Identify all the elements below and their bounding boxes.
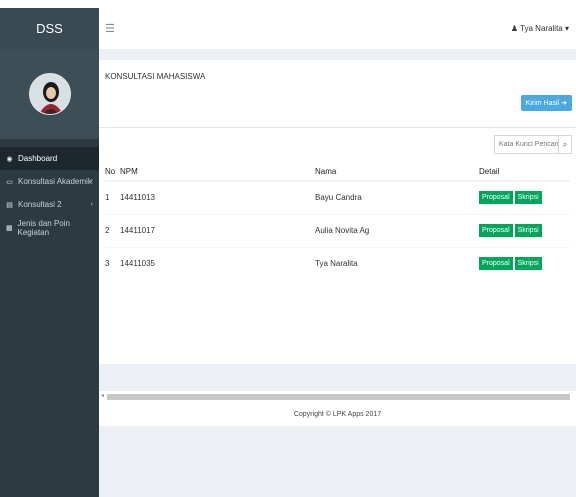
proposal-button[interactable]: Proposal xyxy=(479,191,513,205)
scroll-left-icon[interactable]: ◂ xyxy=(101,392,104,399)
mahasiswa-table: No NPM Nama Detail 1 14411013 Bayu Candr… xyxy=(105,162,570,280)
button-label: Kirim Hasil xyxy=(525,99,560,107)
search-group: ⌕ xyxy=(494,135,572,154)
konsultasi-box: KONSULTASI MAHASISWA Kirim Hasil ➜ ⌕ No … xyxy=(99,60,576,364)
hamburger-menu-icon[interactable]: ☰ xyxy=(105,22,115,35)
cell-detail: Proposal Skripsi xyxy=(479,213,570,247)
chevron-left-icon: ‹ xyxy=(90,201,93,208)
user-icon: ♟ xyxy=(510,24,518,33)
table-row: 2 14411017 Aulia Novita Ag Proposal Skrip… xyxy=(105,213,570,247)
cell-npm: 14411013 xyxy=(120,180,315,214)
proposal-button[interactable]: Proposal xyxy=(479,257,513,271)
sidebar-item-dashboard[interactable]: ◉ Dashboard xyxy=(0,147,99,170)
table-row: 1 14411013 Bayu Candra Proposal Skripsi xyxy=(105,180,570,214)
sidebar-item-label: Jenis dan Poin Kegiatan xyxy=(17,218,70,237)
search-icon[interactable]: ⌕ xyxy=(558,136,571,153)
avatar xyxy=(28,73,71,115)
brand-logo[interactable]: DSS xyxy=(0,8,99,49)
chevron-left-icon: ‹ xyxy=(90,178,93,185)
dashboard-icon: ◉ xyxy=(6,155,13,163)
column-header-nama: Nama xyxy=(315,162,479,182)
cell-nama: Aulia Novita Ag xyxy=(315,213,479,247)
cell-nama: Tya Naralita xyxy=(315,246,479,280)
laptop-icon: ▭ xyxy=(6,178,13,186)
list-icon: ▦ xyxy=(5,224,13,232)
user-menu[interactable]: ♟ Tya Naralita ▾ xyxy=(511,24,569,33)
cell-npm: 14411017 xyxy=(120,213,315,247)
content-wrapper: KONSULTASI MAHASISWA Kirim Hasil ➜ ⌕ No … xyxy=(99,49,576,497)
sidebar: DSS ◉ Dashboard ▭ Konsultasi Akademik ‹ xyxy=(0,8,99,497)
user-panel xyxy=(0,49,99,139)
cell-detail: Proposal Skripsi xyxy=(479,180,570,214)
cell-no: 3 xyxy=(105,246,120,280)
scrollbar-thumb[interactable] xyxy=(107,394,570,400)
skripsi-button[interactable]: Skripsi xyxy=(514,257,542,271)
cell-no: 2 xyxy=(105,213,120,247)
proposal-button[interactable]: Proposal xyxy=(479,224,513,237)
kirim-hasil-button[interactable]: Kirim Hasil ➜ xyxy=(520,95,572,111)
skripsi-button[interactable]: Skripsi xyxy=(514,224,542,237)
sidebar-item-label: Konsultasi Akademik xyxy=(18,177,92,186)
top-navbar: ☰ ♟ Tya Naralita ▾ xyxy=(99,8,576,49)
cell-no: 1 xyxy=(105,180,120,214)
book-icon: ▤ xyxy=(6,201,13,209)
cell-npm: 14411035 xyxy=(120,246,315,280)
horizontal-scrollbar[interactable]: ◂ xyxy=(99,391,576,402)
sidebar-item-label: Dashboard xyxy=(18,154,58,163)
column-header-npm: NPM xyxy=(120,162,315,182)
sidebar-item-jenis-poin[interactable]: ▦ Jenis dan Poin Kegiatan xyxy=(0,216,99,239)
cell-detail: Proposal Skripsi xyxy=(479,246,570,280)
sidebar-item-konsultasi-2[interactable]: ▤ Konsultasi 2 ‹ xyxy=(0,193,99,216)
table-row: 3 14411035 Tya Naralita Proposal Skripsi xyxy=(105,246,570,280)
divider xyxy=(99,127,576,128)
arrow-circle-icon: ➜ xyxy=(561,100,567,107)
skripsi-button[interactable]: Skripsi xyxy=(514,191,542,205)
sidebar-item-konsultasi-akademik[interactable]: ▭ Konsultasi Akademik ‹ xyxy=(0,170,99,193)
sidebar-item-label: Konsultasi 2 xyxy=(18,200,62,209)
footer: Copyright © LPK Apps 2017 xyxy=(99,402,576,426)
page-title: KONSULTASI MAHASISWA xyxy=(105,72,206,81)
table-header-row: No NPM Nama Detail xyxy=(105,162,570,182)
column-header-detail: Detail xyxy=(479,162,570,182)
app-frame: DSS ◉ Dashboard ▭ Konsultasi Akademik ‹ xyxy=(0,8,576,497)
column-header-no: No xyxy=(105,162,120,182)
caret-down-icon: ▾ xyxy=(564,24,569,33)
cell-nama: Bayu Candra xyxy=(315,180,479,214)
search-input[interactable] xyxy=(495,136,558,153)
user-name: Tya Naralita xyxy=(520,24,563,33)
